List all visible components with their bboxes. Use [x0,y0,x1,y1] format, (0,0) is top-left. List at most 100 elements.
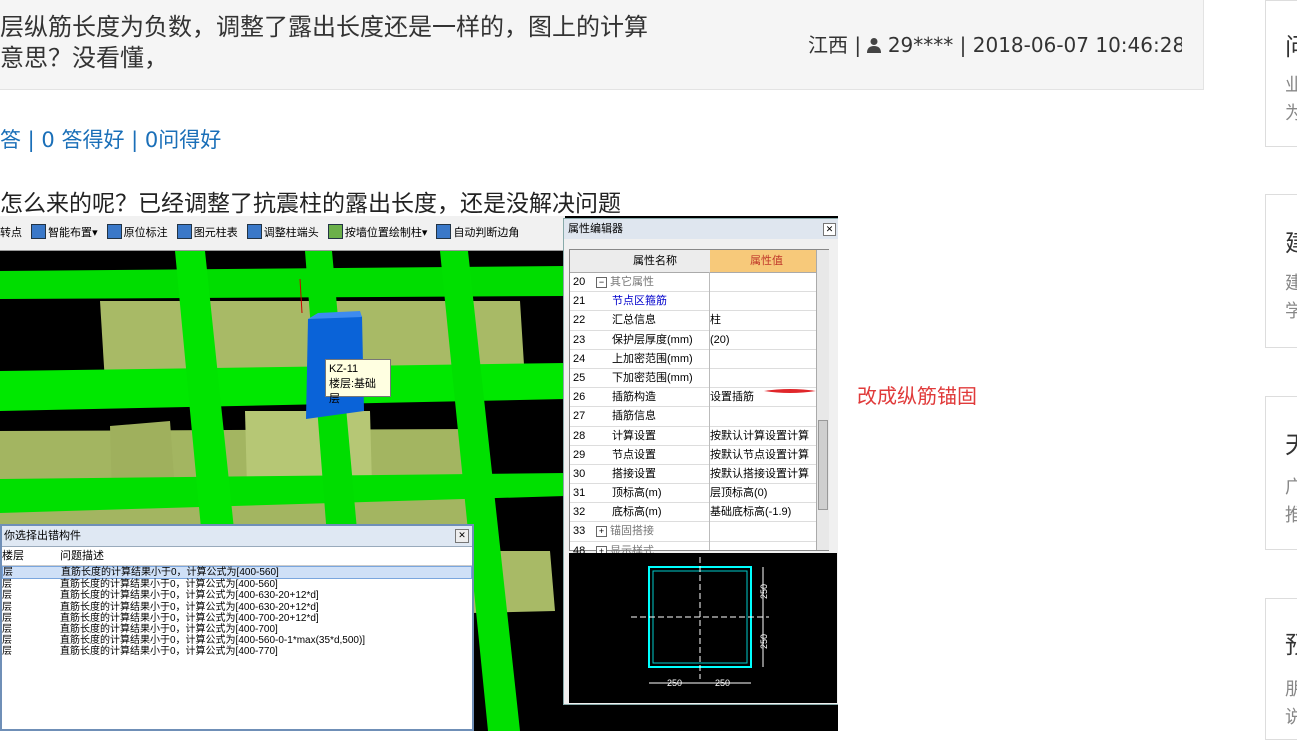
collapse-icon[interactable]: − [596,277,607,288]
property-name: 锚固搭接 [610,525,654,538]
property-grid-header: 属性名称 属性值 [570,250,828,273]
card-text: 为 [1285,99,1297,125]
card-text: 朋 [1285,675,1297,701]
property-row[interactable]: 27 插筋信息 [570,407,828,427]
sidebar-card[interactable]: 天 广 推 [1265,396,1297,550]
error-rows: 层直筋长度的计算结果小于0，计算公式为[400-560] 层直筋长度的计算结果小于… [2,566,472,658]
user-id[interactable]: 29**** [888,33,953,57]
error-row[interactable]: 层 直筋长度的计算结果小于0，计算公式为[400-560] [2,566,472,580]
row-number: 33 [573,525,586,538]
error-row[interactable]: 层 直筋长度的计算结果小于0，计算公式为[400-630-20+12*d] [2,602,472,613]
property-row[interactable]: 28 计算设置 按默认计算设置计算 [570,427,828,446]
card-text: 建 [1285,269,1297,295]
error-row[interactable]: 层 直筋长度的计算结果小于0，计算公式为[400-560] [2,579,472,590]
card-title: 问 [1285,27,1297,62]
property-value[interactable]: 基础底标高(-1.9) [710,503,791,521]
error-floor: 层 [2,590,12,602]
toolbar-item[interactable]: 自动判断边角 [436,216,519,250]
dim-label: 250 [759,584,769,599]
error-floor: 层 [2,601,12,613]
toolbar-item[interactable]: 按墙位置绘制柱▾ [327,216,427,250]
row-number: 31 [573,487,586,500]
error-floor: 层 [2,635,12,647]
user-icon [867,38,882,53]
error-floor: 层 [2,579,12,591]
property-row[interactable]: 21 节点区箍筋 [570,292,828,312]
property-row[interactable]: 20− 其它属性 [570,273,828,293]
error-description: 直筋长度的计算结果小于0，计算公式为[400-560-0-1*max(35*d,… [60,635,366,647]
property-row[interactable]: 29 节点设置 按默认节点设置计算 [570,446,828,465]
property-grid: 属性名称 属性值 20− 其它属性 21 节点区箍筋 22 汇总信息 柱 23 保护层厚度(mm… [569,249,829,561]
sidebar-card[interactable]: 建 建 学 [1265,194,1297,348]
error-row[interactable]: 层 直筋长度的计算结果小于0，计算公式为[400-700-20+12*d] [2,613,472,624]
sidebar-card[interactable]: 问 业 为 [1265,0,1297,147]
question-meta: 江西 | 29**** | 2018-06-07 10:46:28 [808,29,1182,58]
property-row[interactable]: 33 + 锚固搭接 [570,522,828,542]
property-value[interactable]: 按默认计算设置计算 [710,427,809,445]
question-title-line1: 层纵筋长度为负数，调整了露出长度还是一样的，图上的计算 [0,13,648,41]
meta-separator: | [854,33,868,57]
section-preview: 250 250 250 250 [569,553,837,703]
expand-icon[interactable]: + [596,526,607,538]
col-header-desc[interactable]: 问题描述 [60,547,104,565]
toolbar-item[interactable]: 图元柱表 [176,216,238,250]
post-datetime: 2018-06-07 10:46:28 [972,33,1182,57]
smart-layout-icon [31,224,47,239]
property-value[interactable]: (20) [710,331,730,349]
property-row[interactable]: 32 底标高(m) 基础底标高(-1.9) [570,503,828,523]
col-header-name[interactable]: 属性名称 [600,250,710,272]
embedded-screenshot: 转点 智能布置▾ 原位标注 图元柱表 调整柱端头 按墙位置绘制柱▾ 自动判断边角… [0,216,838,731]
error-row[interactable]: 层 直筋长度的计算结果小于0，计算公式为[400-700] [2,624,472,635]
property-row[interactable]: 23 保护层厚度(mm) (20) [570,331,828,350]
error-panel-titlebar: 你选择出错构件 ✕ [2,526,472,547]
close-icon[interactable]: ✕ [823,223,836,236]
property-name: 计算设置 [612,429,656,442]
tooltip-id: KZ-11 [329,363,359,375]
property-name: 搭接设置 [612,467,656,480]
property-name: 底标高(m) [612,506,662,519]
row-number: 32 [573,506,586,519]
answer-stats[interactable]: 答 | 0 答得好 | 0问得好 [0,124,221,154]
row-number: 29 [573,448,586,461]
card-title: 天 [1285,425,1297,460]
adjust-end-icon [246,224,262,239]
row-number: 22 [573,314,586,327]
toolbar-item[interactable]: 转点 [0,216,22,250]
property-row[interactable]: 30 搭接设置 按默认搭接设置计算 [570,465,828,485]
dim-label: 250 [715,678,730,688]
property-scrollbar[interactable] [816,250,829,550]
toolbar-item[interactable]: 智能布置▾ [31,216,98,250]
error-row[interactable]: 层 直筋长度的计算结果小于0，计算公式为[400-630-20+12*d] [2,590,472,601]
property-row[interactable]: 31 顶标高(m) 层顶标高(0) [570,484,828,504]
close-icon[interactable]: ✕ [455,529,469,543]
row-number: 26 [573,391,586,404]
scroll-thumb[interactable] [818,420,828,510]
row-number: 28 [573,429,586,442]
error-floor: 层 [3,567,13,578]
column-divider [709,272,710,550]
toolbar-item[interactable]: 调整柱端头 [246,216,319,250]
property-name: 汇总信息 [612,314,656,327]
tooltip-floor: 楼层:基础层 [329,378,377,405]
toolbar-item[interactable]: 原位标注 [106,216,168,250]
row-number: 25 [573,371,586,384]
property-row[interactable]: 24 上加密范围(mm) [570,350,828,369]
property-value[interactable]: 柱 [710,311,721,329]
error-description: 直筋长度的计算结果小于0，计算公式为[400-560] [61,567,279,578]
property-value[interactable]: 设置插筋 [710,388,754,406]
col-header-floor[interactable]: 楼层 [2,547,24,565]
card-title: 预 [1285,625,1297,660]
property-value[interactable]: 按默认节点设置计算 [710,446,809,464]
meta-separator: | [959,33,973,57]
error-row[interactable]: 层 直筋长度的计算结果小于0，计算公式为[400-770] [2,646,472,657]
property-row[interactable]: 22 汇总信息 柱 [570,311,828,331]
error-row[interactable]: 层 直筋长度的计算结果小于0，计算公式为[400-560-0-1*max(35*d… [2,635,472,646]
col-header-value[interactable]: 属性值 [710,250,823,272]
property-value[interactable]: 按默认搭接设置计算 [710,465,809,483]
row-number: 23 [573,333,586,346]
error-description: 直筋长度的计算结果小于0，计算公式为[400-700-20+12*d] [60,612,319,624]
question-body: 怎么来的呢？已经调整了抗震柱的露出长度，还是没解决问题 [0,191,621,217]
sidebar-card[interactable]: 预 朋 说 [1265,598,1297,740]
property-name: 上加密范围(mm) [612,352,693,365]
property-value[interactable]: 层顶标高(0) [710,484,767,502]
